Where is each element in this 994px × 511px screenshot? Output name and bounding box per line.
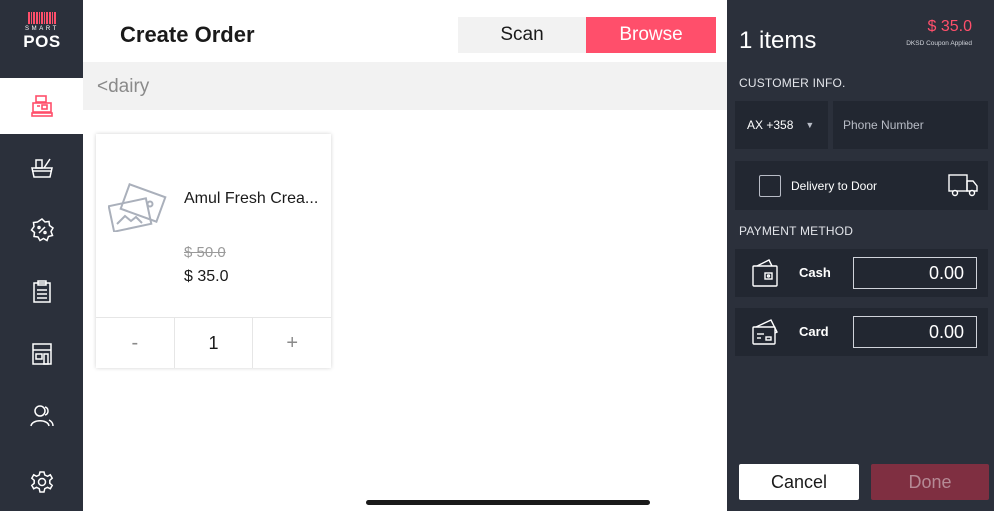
decrement-button[interactable]: - <box>96 318 175 368</box>
cash-label: Cash <box>799 265 831 280</box>
smart-pos-logo: SMART POS <box>18 12 66 60</box>
breadcrumb-back-link[interactable]: <dairy <box>97 76 149 98</box>
page-title: Create Order <box>120 22 255 47</box>
phone-number-placeholder: Phone Number <box>843 118 924 132</box>
clipboard-icon <box>32 280 51 303</box>
breadcrumb-bar <box>83 62 727 110</box>
customer-info-label: CUSTOMER INFO. <box>739 76 846 90</box>
customers-icon <box>29 405 54 427</box>
increment-button[interactable]: + <box>253 318 331 368</box>
sidebar-item-store[interactable] <box>0 326 83 382</box>
wallet-icon <box>752 259 778 287</box>
cash-register-icon <box>30 95 53 117</box>
store-icon <box>31 343 52 365</box>
delivery-label: Delivery to Door <box>791 179 878 193</box>
quantity-stepper: - 1 + <box>96 317 331 368</box>
sidebar-item-customers[interactable] <box>0 388 83 444</box>
app-root: SMART POS Create Order Scan Browse <dair… <box>0 0 994 511</box>
sidebar-item-discounts[interactable] <box>0 202 83 258</box>
quantity-value: 1 <box>175 318 254 368</box>
settings-gear-icon <box>30 471 53 493</box>
phone-number-input[interactable]: Phone Number <box>833 101 988 149</box>
product-name: Amul Fresh Crea... <box>184 190 319 207</box>
payment-cash: Cash 0.00 <box>735 249 988 297</box>
tab-scan[interactable]: Scan <box>458 17 586 53</box>
sidebar-item-orders[interactable] <box>0 264 83 320</box>
cart-items-count: 1 items <box>739 27 817 54</box>
cash-amount-input[interactable]: 0.00 <box>853 257 977 289</box>
product-price: $ 35.0 <box>184 268 229 285</box>
sidebar-item-basket[interactable] <box>0 140 83 196</box>
sidebar: SMART POS <box>0 0 83 511</box>
product-card[interactable]: Amul Fresh Crea... $ 50.0 $ 35.0 - 1 + <box>96 134 331 368</box>
logo-big-text: POS <box>23 32 61 51</box>
tab-browse[interactable]: Browse <box>586 17 716 53</box>
card-label: Card <box>799 324 829 339</box>
basket-icon <box>30 158 53 178</box>
dropdown-arrow-icon: ▼ <box>805 120 815 130</box>
credit-card-icon <box>752 319 778 345</box>
coupon-note: DKSD Coupon Applied <box>906 40 972 47</box>
country-code-select[interactable]: AX +358 ▼ <box>735 101 828 149</box>
card-amount-input[interactable]: 0.00 <box>853 316 977 348</box>
delivery-checkbox[interactable] <box>759 175 781 197</box>
cart-panel: 1 items $ 35.0 DKSD Coupon Applied CUSTO… <box>727 0 994 511</box>
payment-card: Card 0.00 <box>735 308 988 356</box>
done-button[interactable]: Done <box>871 464 989 500</box>
country-code-value: AX +358 <box>747 118 794 132</box>
payment-method-label: PAYMENT METHOD <box>739 224 854 238</box>
barcode-logo-icon <box>18 12 66 24</box>
cancel-button[interactable]: Cancel <box>739 464 859 500</box>
delivery-option: Delivery to Door <box>735 161 988 210</box>
sidebar-item-settings[interactable] <box>0 455 83 511</box>
delivery-truck-icon <box>948 174 978 197</box>
sidebar-item-register[interactable] <box>0 78 83 134</box>
home-indicator <box>366 500 650 505</box>
product-original-price: $ 50.0 <box>184 244 226 261</box>
discount-badge-icon <box>29 218 54 242</box>
image-placeholder-icon <box>108 183 167 232</box>
cart-total: $ 35.0 <box>927 18 972 35</box>
